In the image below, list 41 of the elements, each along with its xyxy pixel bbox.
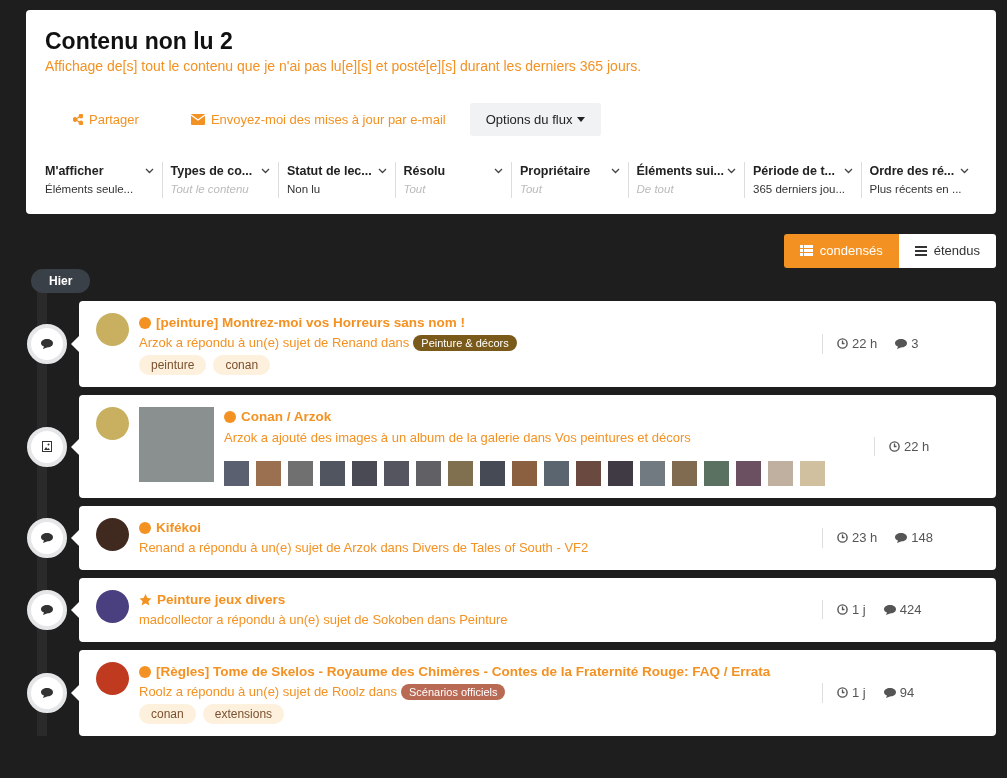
reply-count: 94 [883, 683, 915, 703]
timestamp: 22 h [889, 436, 930, 457]
tag-pill[interactable]: extensions [202, 704, 285, 725]
reply-count: 424 [883, 599, 922, 620]
filter-dropdown[interactable]: Résolu [403, 162, 503, 181]
filter-dropdown[interactable]: Ordre des ré... [869, 162, 969, 181]
filter-value: De tout [636, 181, 674, 197]
tag-pill[interactable]: peinture [139, 355, 207, 376]
filter-value: 365 derniers jou... [753, 181, 846, 197]
timestamp: 1 j [837, 599, 866, 620]
timestamp: 23 h [837, 528, 878, 548]
feed-options-button[interactable]: Options du flux [469, 102, 602, 137]
reply-count: 148 [895, 528, 933, 548]
filter-dropdown[interactable]: Statut de lec... [287, 162, 387, 181]
page-subtitle: Affichage de[s] tout le contenu que je n'ai pas lu[e][s] et posté[e][s] durant les derniers 365 jours. [45, 56, 643, 76]
day-label: Hier [31, 268, 91, 293]
filter-value: Tout le contenu [170, 181, 249, 197]
tag-pill[interactable]: conan [139, 704, 196, 725]
filter-value: Tout [520, 181, 542, 197]
filter-value: Non lu [287, 181, 321, 197]
category-badge[interactable]: Scénarios officiels [401, 683, 506, 700]
filter-dropdown[interactable]: Éléments sui... [636, 162, 736, 181]
activity-summary: Renand a répondu à un(e) sujet de Arzok dans Divers de Tales of South - VF2 [139, 540, 589, 556]
category-badge[interactable]: Peinture & décors [413, 334, 517, 351]
timestamp: 1 j [837, 683, 866, 703]
tag-pill[interactable]: conan [213, 355, 271, 376]
filter-dropdown[interactable]: Propriétaire [520, 162, 620, 181]
activity-summary: Arzok a ajouté des images à un album de la galerie dans Vos peintures et décors [224, 429, 691, 445]
filter-value: Éléments seule... [45, 181, 134, 197]
filter-dropdown[interactable]: M'afficher [45, 162, 154, 181]
page-title: Contenu non lu 2 [45, 28, 234, 56]
activity-summary: Arzok a répondu à un(e) sujet de Renand dans [139, 334, 410, 350]
activity-summary: Roolz a répondu à un(e) sujet de Roolz dans [139, 683, 397, 699]
view-toggle-button[interactable]: étendus [898, 234, 996, 268]
filter-dropdown[interactable]: Types de co... [170, 162, 270, 181]
timestamp: 22 h [837, 334, 878, 354]
filter-value: Tout [403, 181, 426, 197]
activity-summary: madcollector a répondu à un(e) sujet de Sokoben dans Peinture [139, 612, 508, 628]
filter-dropdown[interactable]: Période de t... [753, 162, 853, 181]
reply-count: 3 [895, 334, 919, 354]
filter-value: Plus récents en ... [869, 181, 962, 197]
